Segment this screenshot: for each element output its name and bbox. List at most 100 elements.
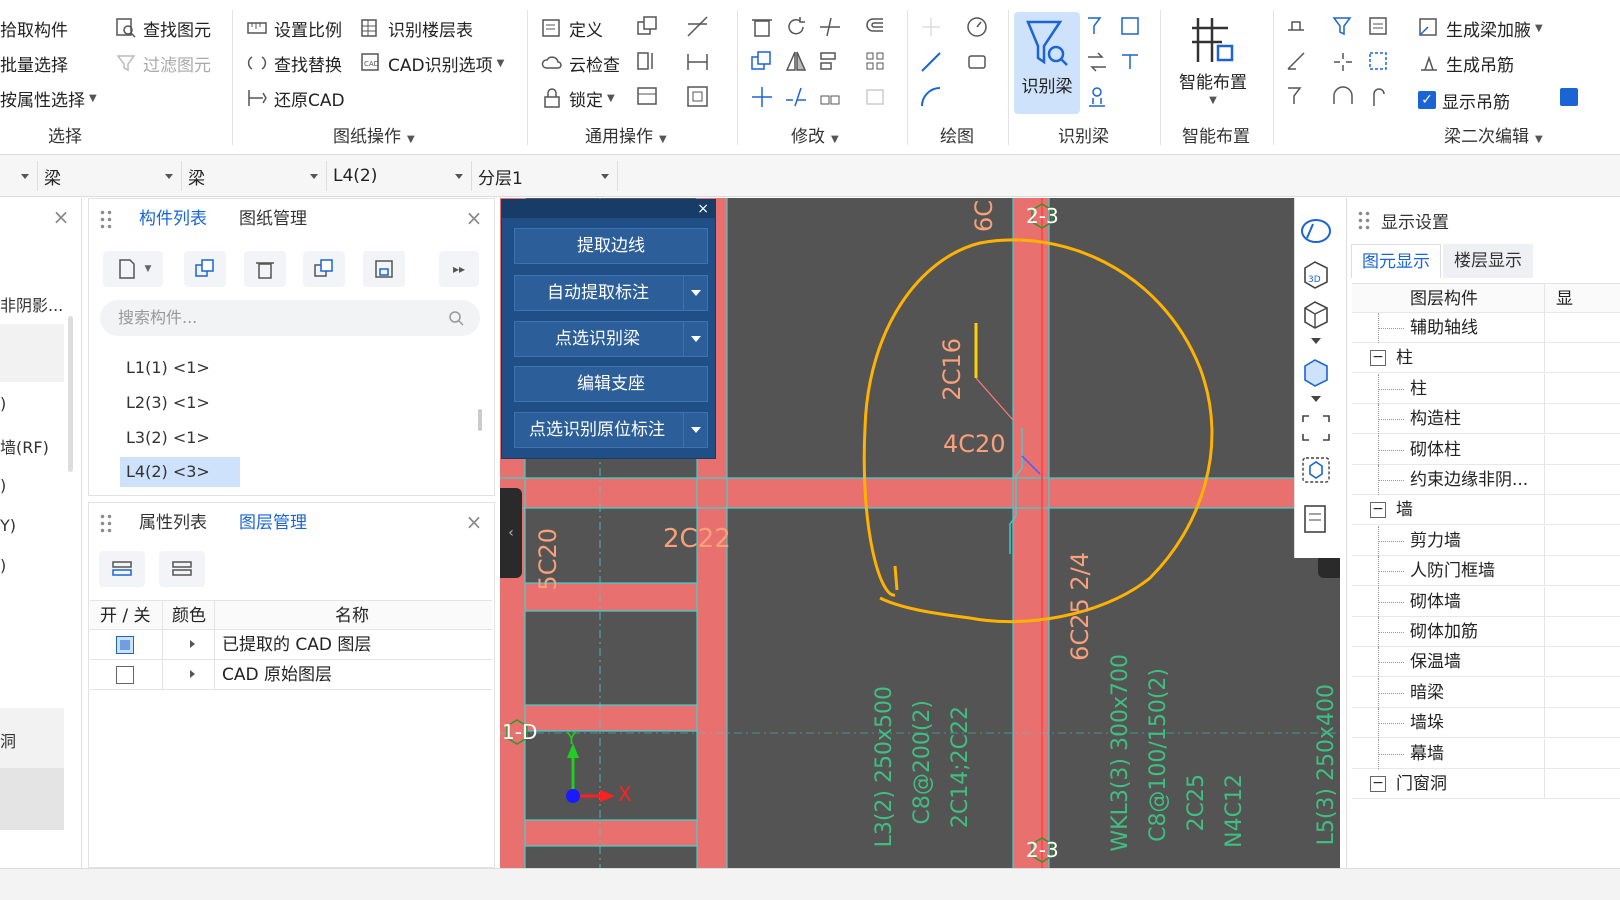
close-icon[interactable]: ×	[52, 207, 70, 227]
batch-select-button[interactable]: 批量选择	[0, 49, 68, 77]
fit-view-icon[interactable]	[1299, 412, 1333, 444]
find-replace-button[interactable]: 查找替换	[246, 49, 342, 77]
tree-row[interactable]: 砌体墙	[1352, 586, 1620, 617]
column-tool-icon[interactable]	[635, 49, 661, 75]
tree-row[interactable]: 墙垛	[1352, 708, 1620, 739]
mirror-icon[interactable]	[783, 49, 809, 75]
tab-property-list[interactable]: 属性列表	[123, 503, 223, 543]
find-element-button[interactable]: 查找图元	[115, 14, 211, 42]
checkbox-checked-icon[interactable]	[1560, 88, 1578, 106]
scrollbar[interactable]	[478, 409, 482, 431]
copy-floor-button[interactable]	[303, 251, 345, 287]
chevron-down-icon[interactable]	[1311, 338, 1321, 344]
array-icon[interactable]	[863, 49, 889, 75]
beam-snap-icon[interactable]	[1330, 49, 1356, 75]
extract-edge-button[interactable]: 提取边线	[514, 228, 708, 264]
drag-handle-icon[interactable]	[99, 513, 113, 533]
cube-view-icon[interactable]	[1299, 298, 1333, 330]
merge-icon[interactable]	[817, 84, 843, 110]
identify-beam-button[interactable]: 识别梁	[1014, 12, 1080, 114]
tree-row[interactable]: − 门窗洞	[1352, 769, 1620, 799]
new-component-button[interactable]: ▼	[103, 251, 163, 287]
rectangle-icon[interactable]	[964, 49, 990, 75]
beam-span-edit-icon[interactable]	[1284, 84, 1310, 110]
gen-hanger-button[interactable]: 生成吊筋	[1418, 49, 1514, 77]
line-icon[interactable]	[918, 49, 944, 75]
tab-drawing-manage[interactable]: 图纸管理	[223, 199, 323, 239]
table-row[interactable]: CAD 原始图层	[90, 660, 492, 690]
expand-arrow-icon[interactable]	[190, 670, 195, 678]
nav-item[interactable]: Y)	[0, 516, 16, 535]
restore-cad-button[interactable]: 还原CAD	[246, 84, 345, 112]
close-icon[interactable]: ×	[465, 512, 483, 532]
category-dropdown[interactable]: 梁	[38, 161, 182, 191]
tree-row[interactable]: 人防门框墙	[1352, 556, 1620, 587]
copy-to-layer-icon[interactable]	[635, 14, 661, 40]
collapse-toggle-icon[interactable]: −	[1370, 776, 1386, 792]
tree-row[interactable]: 辅助轴线	[1352, 313, 1620, 343]
close-icon[interactable]: ×	[697, 200, 709, 218]
list-item-selected[interactable]: L4(2) <3>	[120, 457, 240, 487]
chevron-down-icon[interactable]	[683, 322, 707, 356]
chevron-down-icon[interactable]	[683, 276, 707, 310]
component-dropdown[interactable]: L4(2)	[327, 161, 472, 191]
cloud-check-button[interactable]: 云检查	[541, 49, 620, 77]
define-button[interactable]: 定义	[541, 14, 603, 42]
auto-extract-label-button[interactable]: 自动提取标注	[514, 275, 708, 311]
beam-list-icon[interactable]	[1366, 14, 1392, 40]
drag-handle-icon[interactable]	[1357, 210, 1371, 230]
nav-item[interactable]: )	[0, 476, 6, 495]
copy-icon[interactable]	[749, 49, 775, 75]
beam-arch-icon[interactable]	[1330, 84, 1356, 110]
set-scale-button[interactable]: 设置比例	[246, 14, 342, 42]
layer-hide-button[interactable]	[159, 551, 205, 587]
table-row[interactable]: 已提取的 CAD 图层	[90, 630, 492, 660]
beam-support-icon[interactable]	[1084, 84, 1110, 110]
beam-span-icon[interactable]	[1118, 49, 1144, 75]
document-icon[interactable]	[1299, 502, 1333, 536]
nav-item[interactable]: )	[0, 556, 6, 575]
layer-toggle-checkbox[interactable]	[116, 636, 134, 654]
trim-icon[interactable]	[685, 14, 711, 40]
solid-view-icon[interactable]	[1299, 356, 1333, 388]
filter-element-button[interactable]: 过滤图元	[115, 49, 211, 77]
beam-horizontal-short[interactable]	[525, 705, 697, 731]
collapse-toggle-icon[interactable]: −	[1370, 502, 1386, 519]
copy-component-button[interactable]	[184, 251, 226, 287]
point-icon[interactable]	[918, 14, 944, 40]
tree-row[interactable]: − 墙	[1352, 495, 1620, 526]
break-icon[interactable]	[783, 84, 809, 110]
edit-support-button[interactable]: 编辑支座	[514, 366, 708, 402]
point-identify-inplace-button[interactable]: 点选识别原位标注	[514, 412, 708, 448]
beam-table-icon[interactable]	[1118, 14, 1144, 40]
nav-item[interactable]: 非阴影...	[0, 292, 63, 316]
tab-component-list[interactable]: 构件列表	[123, 199, 223, 239]
tree-row[interactable]: 剪力墙	[1352, 525, 1620, 556]
tab-element-display[interactable]: 图元显示	[1351, 244, 1441, 278]
extend-icon[interactable]	[817, 14, 843, 40]
show-hanger-checkbox[interactable]: ✓ 显示吊筋	[1418, 86, 1510, 114]
type-dropdown[interactable]: 梁	[182, 161, 327, 191]
tree-row[interactable]: 构造柱	[1352, 404, 1620, 435]
beam-original-icon[interactable]	[1284, 14, 1310, 40]
gen-haunch-button[interactable]: 生成梁加腋 ▼	[1418, 14, 1543, 42]
lock-button[interactable]: 锁定 ▼	[541, 84, 615, 112]
collapse-toggle-icon[interactable]: −	[1370, 350, 1386, 367]
toolbox-titlebar[interactable]	[502, 200, 715, 218]
move-icon[interactable]	[749, 84, 775, 110]
select-by-attr-button[interactable]: 按属性选择 ▼	[0, 84, 97, 112]
point-identify-beam-button[interactable]: 点选识别梁	[514, 321, 708, 357]
offset-icon[interactable]	[863, 14, 889, 40]
tab-floor-display[interactable]: 楼层显示	[1443, 244, 1533, 278]
nav-item[interactable]: )	[0, 394, 6, 413]
delete-icon[interactable]	[749, 14, 775, 40]
beam-horizontal-short[interactable]	[525, 820, 697, 846]
floor-dropdown[interactable]	[0, 161, 38, 191]
orbit-icon[interactable]	[1299, 216, 1333, 246]
layer-toggle-checkbox[interactable]	[116, 666, 134, 684]
3d-view-icon[interactable]: 3D	[1299, 258, 1333, 290]
arc-icon[interactable]	[918, 84, 944, 110]
list-item[interactable]: L1(1) <1>	[120, 353, 216, 383]
list-item[interactable]: L3(2) <1>	[120, 423, 216, 453]
search-input[interactable]: 搜索构件...	[100, 300, 480, 336]
